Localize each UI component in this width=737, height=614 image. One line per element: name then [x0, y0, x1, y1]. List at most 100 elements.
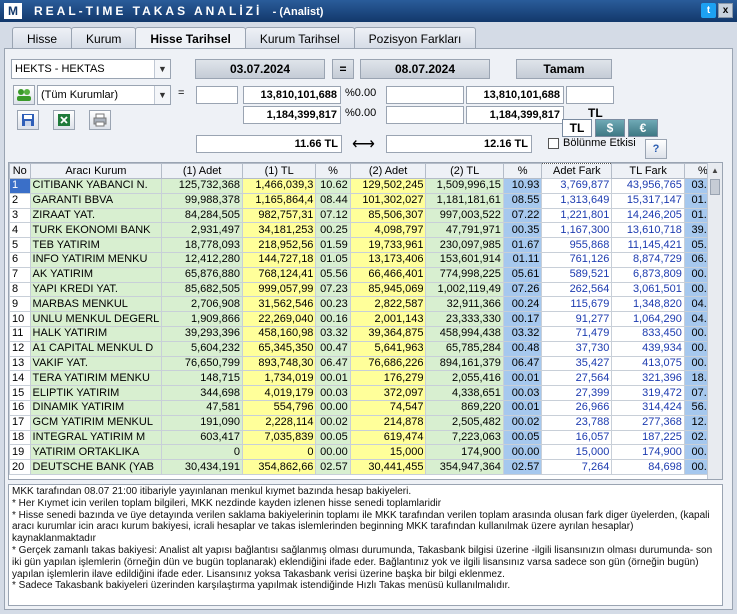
- tab-kurum-tarihsel[interactable]: Kurum Tarihsel: [244, 27, 355, 49]
- cell-qty1: 85,682,505: [161, 281, 243, 298]
- currency-tl-button[interactable]: TL: [562, 119, 592, 137]
- col-header-qty1[interactable]: (1) Adet: [161, 163, 243, 179]
- cell-broker: TURK EKONOMI BANK: [29, 222, 163, 239]
- filter-field-right[interactable]: [566, 86, 614, 104]
- currency-usd-button[interactable]: $: [595, 119, 625, 137]
- col-header-tl-diff[interactable]: TL Fark: [611, 163, 685, 179]
- table-row[interactable]: 15 ELIPTIK YATIRIM 344,698 4,019,179 00.03 37…: [9, 385, 722, 401]
- cell-tl-diff: 14,246,205: [611, 207, 685, 224]
- ok-button[interactable]: Tamam: [516, 59, 612, 79]
- table-row[interactable]: 6 INFO YATIRIM MENKU 12,412,280 144,727,18 0…: [9, 251, 722, 268]
- table-row[interactable]: 11 HALK YATIRIM 39,293,396 458,160,98 03.32 3…: [9, 325, 722, 342]
- table-row[interactable]: 13 VAKIF YAT. 76,650,799 893,748,30 06.47 76,…: [9, 355, 722, 372]
- table-row[interactable]: 7 AK YATIRIM 65,876,880 768,124,41 05.56 66,4…: [9, 266, 722, 283]
- cell-qty2: 76,686,226: [349, 355, 427, 372]
- twitter-icon[interactable]: t: [701, 3, 716, 18]
- cell-tl2: 174,900: [425, 444, 504, 461]
- cell-pct1: 03.32: [315, 325, 351, 342]
- currency-label: TL: [588, 106, 603, 120]
- cell-pct1: 00.25: [315, 222, 351, 239]
- scrollbar-thumb[interactable]: [710, 179, 720, 195]
- cell-tl2: 153,601,914: [425, 251, 504, 268]
- cell-tl1: 144,727,18: [241, 251, 317, 268]
- filter-field-lot[interactable]: [386, 106, 464, 124]
- cell-pct2: 00.05: [502, 429, 543, 446]
- price-1: 11.66 TL: [196, 135, 342, 153]
- cell-pct1: 08.44: [315, 192, 351, 209]
- tab-hisse-tarihsel[interactable]: Hisse Tarihsel: [135, 27, 246, 50]
- table-row[interactable]: 3 ZIRAAT YAT. 84,284,505 982,757,31 07.12 85,…: [9, 207, 722, 224]
- total-value-1: 13,810,101,688: [243, 86, 341, 104]
- table-row[interactable]: 1 CITIBANK YABANCI N. 125,732,368 1,466,039…: [9, 178, 722, 194]
- tab-hisse[interactable]: Hisse: [12, 27, 73, 49]
- table-row[interactable]: 8 YAPI KREDI YAT. 85,682,505 999,057,99 07.2…: [9, 281, 722, 298]
- table-row[interactable]: 16 DINAMIK YATIRIM 47,581 554,796 00.00 74,54…: [9, 399, 722, 416]
- table-scrollbar[interactable]: ▲ ▼: [707, 163, 722, 479]
- cell-qty2: 15,000: [349, 444, 427, 461]
- col-header-tl2[interactable]: (2) TL: [425, 163, 504, 179]
- cell-qty1: 344,698: [161, 385, 243, 401]
- split-effect-checkbox[interactable]: [548, 138, 559, 149]
- cell-qty-diff: 1,221,801: [541, 207, 613, 224]
- cell-pct1: 06.47: [315, 355, 351, 372]
- table-row[interactable]: 5 TEB YATIRIM 18,778,093 218,952,56 01.59 19,…: [9, 237, 722, 253]
- table-row[interactable]: 17 GCM YATIRIM MENKUL 191,090 2,228,114 00.0…: [9, 414, 722, 431]
- print-icon[interactable]: [89, 110, 111, 130]
- col-header-qty2[interactable]: (2) Adet: [349, 163, 427, 179]
- save-icon[interactable]: [17, 110, 39, 130]
- cell-pct2: 00.48: [502, 340, 543, 357]
- cell-pct2: 08.55: [502, 192, 543, 209]
- filter-field-mid[interactable]: [386, 86, 464, 104]
- cell-broker: TERA YATIRIM MENKU: [29, 370, 163, 387]
- institution-group-icon[interactable]: [13, 85, 35, 105]
- start-date[interactable]: 03.07.2024: [195, 59, 325, 79]
- tab-kurum[interactable]: Kurum: [71, 27, 137, 49]
- col-header-no[interactable]: No: [9, 163, 31, 179]
- filter-field-left[interactable]: [196, 86, 238, 104]
- cell-tl2: 230,097,985: [425, 237, 504, 253]
- cell-tl2: 23,333,330: [425, 311, 504, 327]
- cell-qty2: 13,173,406: [349, 251, 427, 268]
- cell-qty1: 603,417: [161, 429, 243, 446]
- cell-qty-diff: 16,057: [541, 429, 613, 446]
- excel-icon[interactable]: [53, 110, 75, 130]
- cell-no: 14: [9, 370, 31, 387]
- cell-qty-diff: 3,769,877: [541, 178, 613, 194]
- cell-qty1: 148,715: [161, 370, 243, 387]
- table-row[interactable]: 4 TURK EKONOMI BANK 2,931,497 34,181,253 00.…: [9, 222, 722, 239]
- cell-qty-diff: 27,564: [541, 370, 613, 387]
- tab-pozisyon-farklari[interactable]: Pozisyon Farkları: [353, 27, 477, 49]
- equals-button[interactable]: =: [332, 59, 354, 79]
- table-row[interactable]: 19 YATIRIM ORTAKLIKA 0 0 00.00 15,000 174,900 0…: [9, 444, 722, 461]
- total-pct-2: %0.00: [345, 107, 377, 119]
- col-header-pct1[interactable]: %: [315, 163, 351, 179]
- cell-broker: AK YATIRIM: [29, 266, 163, 283]
- institution-select[interactable]: (Tüm Kurumlar) ▼: [37, 85, 171, 105]
- col-header-broker[interactable]: Aracı Kurum: [29, 163, 163, 179]
- cell-tl-diff: 413,075: [611, 355, 685, 372]
- table-row[interactable]: 9 MARBAS MENKUL 2,706,908 31,562,546 00.23 2,…: [9, 296, 722, 313]
- cell-no: 7: [9, 266, 31, 283]
- table-row[interactable]: 12 A1 CAPITAL MENKUL D 5,604,232 65,345,350…: [9, 340, 722, 357]
- help-icon[interactable]: ?: [645, 139, 667, 159]
- scroll-up-icon[interactable]: ▲: [708, 163, 722, 177]
- table-row[interactable]: 18 INTEGRAL YATIRIM M 603,417 7,035,839 00.0…: [9, 429, 722, 446]
- close-icon[interactable]: x: [718, 3, 733, 18]
- chevron-down-icon: ▼: [154, 60, 170, 78]
- cell-qty-diff: 15,000: [541, 444, 613, 461]
- table-header-row: No Aracı Kurum (1) Adet (1) TL % (2) Ade…: [9, 163, 722, 179]
- currency-eur-button[interactable]: €: [628, 119, 658, 137]
- col-header-tl1[interactable]: (1) TL: [241, 163, 317, 179]
- end-date[interactable]: 08.07.2024: [360, 59, 490, 79]
- table-row[interactable]: 20 DEUTSCHE BANK (YAB 30,434,191 354,862,66…: [9, 459, 722, 475]
- table-row[interactable]: 14 TERA YATIRIM MENKU 148,715 1,734,019 00.0…: [9, 370, 722, 387]
- table-row[interactable]: 2 GARANTI BBVA 99,988,378 1,165,864,4 08.44 1…: [9, 192, 722, 209]
- cell-pct2: 00.17: [502, 311, 543, 327]
- table-row[interactable]: 10 UNLU MENKUL DEGERL 1,909,866 22,269,040 0…: [9, 311, 722, 327]
- col-header-qty-diff[interactable]: Adet Fark: [541, 163, 613, 179]
- cell-no: 4: [9, 222, 31, 239]
- stock-select[interactable]: HEKTS - HEKTAS ▼: [11, 59, 171, 79]
- cell-broker: ZIRAAT YAT.: [29, 207, 163, 224]
- cell-pct1: 00.00: [315, 444, 351, 461]
- col-header-pct2[interactable]: %: [502, 163, 543, 179]
